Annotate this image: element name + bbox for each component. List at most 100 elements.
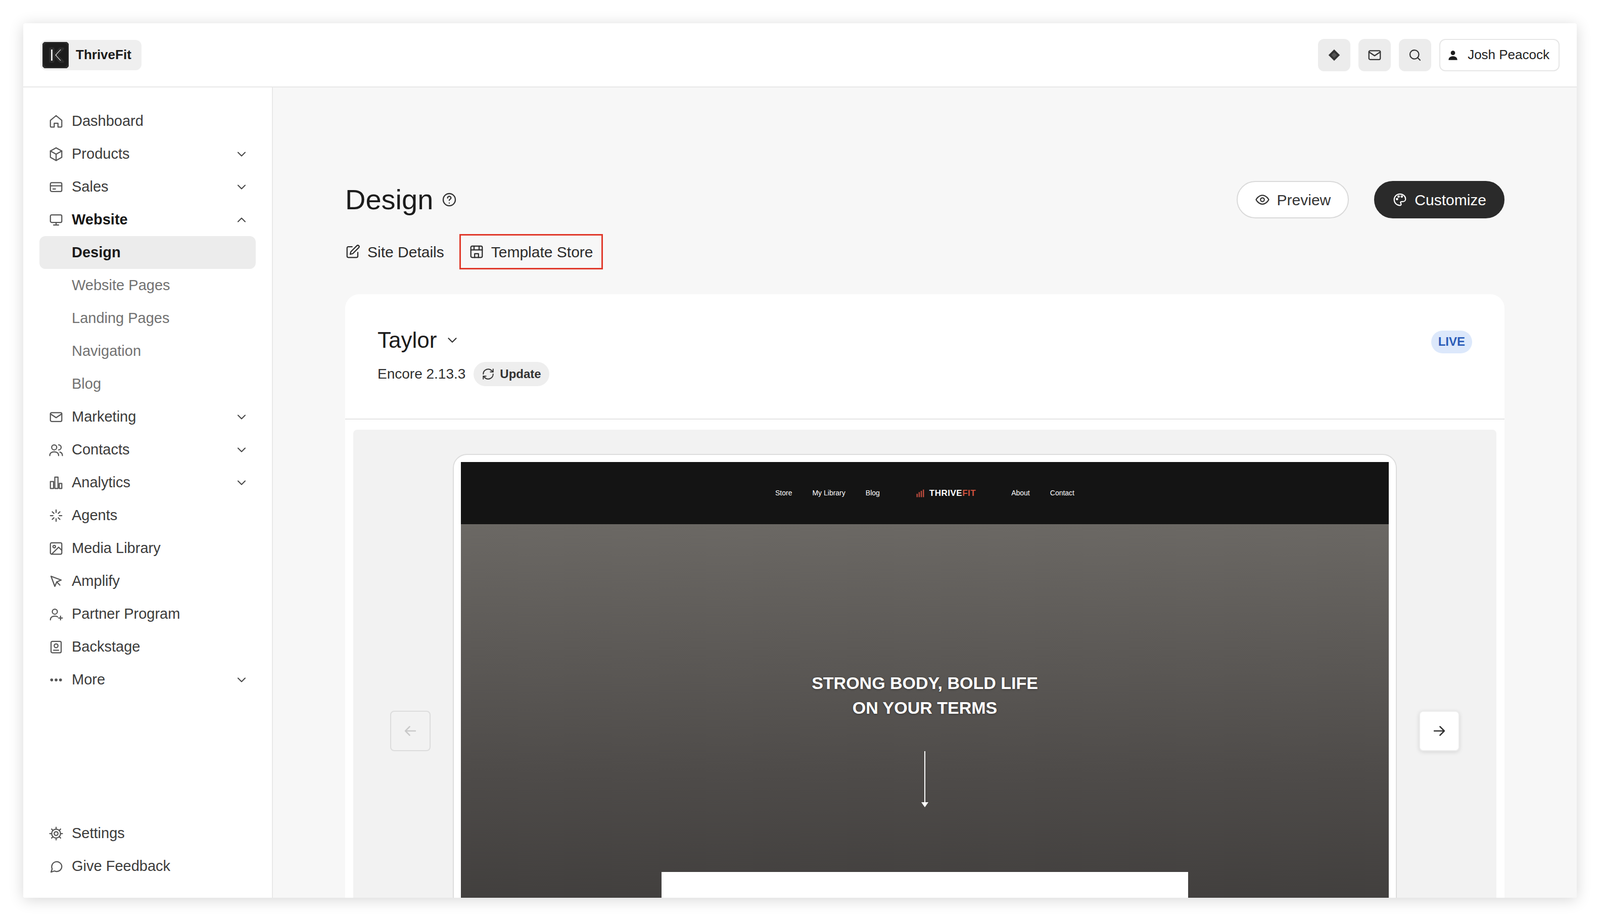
chevron-down-icon xyxy=(234,475,249,490)
sidebar-subitem[interactable]: Navigation xyxy=(39,334,256,368)
button-label[interactable]: Update xyxy=(499,364,541,384)
sidebar-item-label[interactable]: Media Library xyxy=(71,537,249,560)
sidebar-item-label[interactable]: Backstage xyxy=(71,635,249,658)
chat-bubble-icon xyxy=(48,858,64,874)
brand-chip[interactable]: ThriveFit xyxy=(40,39,142,71)
sidebar-item-label[interactable]: More xyxy=(71,668,227,691)
sidebar-footer: Settings Give Feedback xyxy=(39,816,256,883)
next-button[interactable] xyxy=(1419,710,1460,751)
sidebar-subitem-label[interactable]: Website Pages xyxy=(71,274,171,297)
app-name[interactable]: ThriveFit xyxy=(75,44,132,65)
sidebar-item-label[interactable]: Settings xyxy=(71,822,249,845)
chevron-down-icon xyxy=(234,442,249,457)
theme-selector[interactable]: Taylor xyxy=(377,326,550,354)
user-name[interactable]: Josh Peacock xyxy=(1467,44,1550,65)
palette-icon xyxy=(1392,192,1408,208)
chevron-down-icon xyxy=(234,672,249,687)
search-button[interactable] xyxy=(1398,38,1432,72)
sidebar-item[interactable]: Products xyxy=(39,137,256,171)
site-nav-link[interactable]: About xyxy=(1011,487,1030,499)
sidebar-item[interactable]: More xyxy=(39,663,256,696)
sidebar-item[interactable]: Media Library xyxy=(39,531,256,565)
preview-button[interactable]: Preview xyxy=(1236,180,1350,219)
sidebar-subitem[interactable]: Design xyxy=(39,236,256,269)
sidebar-item-label[interactable]: Amplify xyxy=(71,570,249,593)
sidebar-item[interactable]: Contacts xyxy=(39,433,256,466)
logo-icon xyxy=(42,41,69,69)
sidebar-subitem-label[interactable]: Design xyxy=(71,241,121,264)
sidebar-item[interactable]: Marketing xyxy=(39,400,256,434)
sidebar-subitem-label[interactable]: Navigation xyxy=(71,340,141,363)
sidebar-item-label[interactable]: Give Feedback xyxy=(71,855,249,878)
site-nav-link[interactable]: Blog xyxy=(865,487,880,499)
dots-icon xyxy=(48,672,64,688)
update-button[interactable]: Update xyxy=(473,361,549,387)
main-content: DesignPreviewCustomizeSite DetailsTempla… xyxy=(272,87,1577,898)
upgrade-button[interactable] xyxy=(1318,38,1351,72)
image-icon xyxy=(48,540,64,556)
sidebar-item-label[interactable]: Sales xyxy=(71,175,227,199)
sidebar-item[interactable]: Dashboard xyxy=(39,104,256,138)
site-nav-link[interactable]: My Library xyxy=(812,487,845,499)
sidebar-item-label[interactable]: Dashboard xyxy=(71,110,249,133)
sidebar-item[interactable]: Analytics xyxy=(39,465,256,499)
arrow-left-icon xyxy=(401,722,419,740)
sidebar-subitem[interactable]: Landing Pages xyxy=(39,301,256,335)
search-icon xyxy=(1407,47,1423,63)
inbox-button[interactable] xyxy=(1358,38,1391,72)
user-plus-icon xyxy=(48,606,64,622)
theme-version-row: Encore 2.13.3Update xyxy=(377,361,550,387)
sidebar-item[interactable]: Sales xyxy=(39,170,256,204)
sidebar-item-label[interactable]: Marketing xyxy=(71,405,227,429)
sidebar-item-label[interactable]: Partner Program xyxy=(71,602,249,626)
box-icon xyxy=(48,146,64,162)
sidebar-item-label[interactable]: Analytics xyxy=(71,471,227,494)
site-logo-part: THRIVE xyxy=(929,488,963,498)
chevron-down-icon xyxy=(234,409,249,425)
hero-headline-line: STRONG BODY, BOLD LIFE xyxy=(460,670,1389,696)
sidebar-item[interactable]: Partner Program xyxy=(39,597,256,631)
store-icon xyxy=(468,244,485,260)
sidebar-item[interactable]: Website xyxy=(39,203,256,237)
template-preview: Store My Library Blog THRIVEFIT About Contact… xyxy=(452,453,1397,898)
site-logo[interactable]: THRIVEFIT xyxy=(915,486,976,500)
page-tab[interactable]: Template Store xyxy=(459,233,603,270)
sidebar-item-label[interactable]: Contacts xyxy=(71,438,227,461)
customize-button[interactable]: Customize xyxy=(1374,180,1505,219)
sidebar-item-label[interactable]: Agents xyxy=(71,504,249,527)
sidebar-subitem[interactable]: Blog xyxy=(39,367,256,401)
button-label[interactable]: Customize xyxy=(1414,188,1487,212)
sidebar-item-label[interactable]: Website xyxy=(71,208,227,231)
page-tab-label[interactable]: Site Details xyxy=(367,240,445,264)
button-label[interactable]: Preview xyxy=(1277,188,1332,212)
sidebar-item[interactable]: Settings xyxy=(39,816,256,850)
sidebar-item[interactable]: Amplify xyxy=(39,564,256,598)
user-menu[interactable]: Josh Peacock xyxy=(1439,38,1560,72)
theme-card: TaylorEncore 2.13.3UpdateLIVEStoreMy Lib… xyxy=(345,294,1505,898)
sidebar-item-label[interactable]: Products xyxy=(71,143,227,166)
theme-card-header: TaylorEncore 2.13.3UpdateLIVE xyxy=(345,294,1505,420)
scroll-down-arrow xyxy=(924,750,926,807)
page-header: DesignPreviewCustomize xyxy=(345,180,1505,219)
sidebar-item[interactable]: Agents xyxy=(39,498,256,532)
credit-card-icon xyxy=(48,179,64,195)
user-icon xyxy=(1446,48,1460,62)
sidebar-item[interactable]: Backstage xyxy=(39,630,256,664)
sidebar-subitem-label[interactable]: Landing Pages xyxy=(71,307,170,330)
help-icon xyxy=(441,191,458,208)
page-tab-label[interactable]: Template Store xyxy=(491,240,594,264)
top-bar: ThriveFit Josh Peacock xyxy=(23,23,1577,88)
envelope-icon xyxy=(48,409,64,425)
sidebar-item[interactable]: Give Feedback xyxy=(39,849,256,883)
badge-icon xyxy=(48,639,64,655)
hero-content-box xyxy=(661,871,1189,898)
sidebar-subitem-label[interactable]: Blog xyxy=(71,372,102,396)
page-tab[interactable]: Site Details xyxy=(335,233,454,270)
sidebar-subitem[interactable]: Website Pages xyxy=(39,268,256,302)
bars-logo-icon xyxy=(915,488,926,499)
megaphone-icon xyxy=(48,573,64,589)
site-nav-link[interactable]: Store xyxy=(775,487,792,499)
site-nav-link[interactable]: Contact xyxy=(1050,487,1075,499)
site-hero: STRONG BODY, BOLD LIFEON YOUR TERMS xyxy=(460,524,1389,898)
theme-name[interactable]: Taylor xyxy=(377,326,437,354)
